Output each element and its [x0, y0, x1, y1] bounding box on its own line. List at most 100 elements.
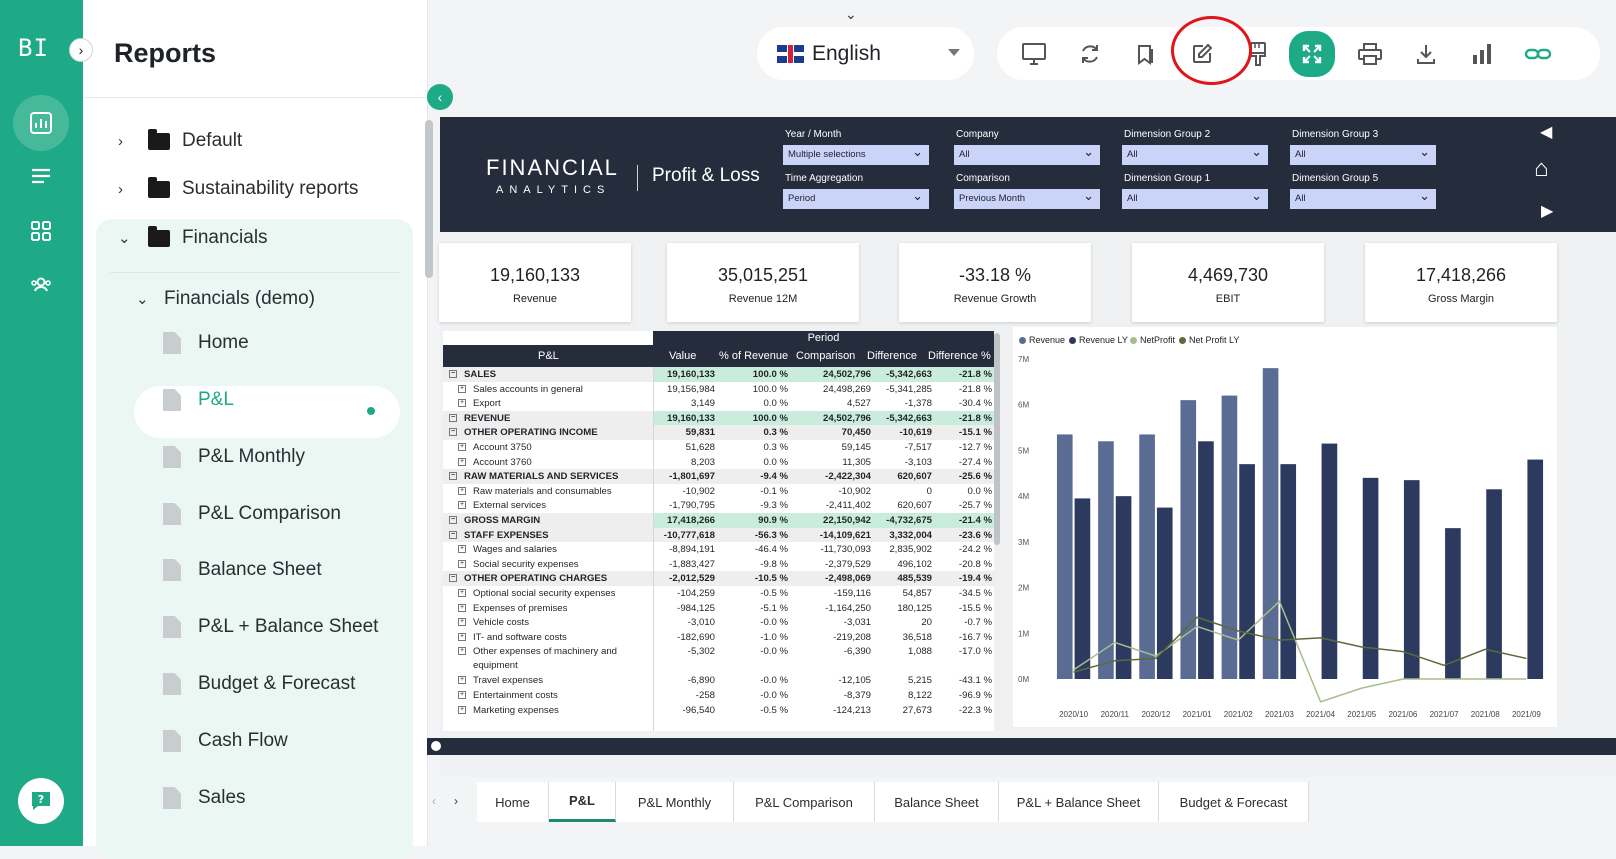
table-row[interactable]: − OTHER OPERATING CHARGES -2,012,529 -10.5 … [443, 571, 994, 586]
sidebar-page-pl-monthly[interactable]: P&L Monthly [163, 446, 305, 468]
column-header[interactable]: Difference % [928, 350, 991, 362]
expand-icon[interactable]: + [458, 632, 466, 641]
table-row[interactable]: − STAFF EXPENSES -10,777,618 -56.3 % -14,109… [443, 527, 994, 543]
sidebar-page-budget[interactable]: Budget & Forecast [163, 673, 355, 695]
caret-right-icon[interactable]: ▶ [1541, 201, 1553, 221]
column-header[interactable]: % of Revenue [719, 350, 788, 362]
list-nav-icon[interactable] [13, 149, 69, 205]
tab-home[interactable]: Home [477, 782, 549, 822]
table-row[interactable]: − SALES 19,160,133 100.0 % 24,502,796 -5,342,… [443, 367, 994, 382]
apps-grid-nav-icon[interactable] [13, 203, 69, 259]
chevron-down-icon[interactable]: ⌄ [845, 6, 857, 23]
sidebar-page-pl[interactable]: P&L [163, 389, 234, 411]
table-row[interactable]: + Account 3760 8,203 0.0 % 11,305 -3,103 -27.4… [443, 455, 994, 470]
expand-icon[interactable]: + [458, 589, 466, 597]
sidebar-page-cash-flow[interactable]: Cash Flow [163, 730, 288, 752]
expand-icon[interactable]: + [458, 559, 466, 568]
expand-rail-button[interactable]: › [69, 38, 93, 62]
folder-financials[interactable]: ⌄ Financials [118, 225, 268, 249]
filter-time-aggregation[interactable]: Period [783, 188, 929, 209]
table-row[interactable]: + Raw materials and consumables -10,902 -0.… [443, 484, 994, 499]
sidebar-page-home[interactable]: Home [163, 332, 249, 354]
caret-left-icon[interactable]: ◀ [1540, 122, 1552, 142]
table-row[interactable]: − OTHER OPERATING INCOME 59,831 0.3 % 70,450… [443, 425, 994, 440]
tab-pl-comparison[interactable]: P&L Comparison [734, 782, 875, 822]
tab-balance-sheet[interactable]: Balance Sheet [875, 782, 999, 822]
column-header[interactable]: Difference [867, 350, 917, 362]
folder-sustainability[interactable]: › Sustainability reports [118, 176, 358, 200]
tab-budget-forecast[interactable]: Budget & Forecast [1159, 782, 1309, 822]
table-row[interactable]: + Wages and salaries -8,894,191 -46.4 % -11,… [443, 542, 994, 557]
sidebar-page-pl-comparison[interactable]: P&L Comparison [163, 503, 341, 525]
expand-icon[interactable]: + [458, 399, 466, 408]
users-nav-icon[interactable] [13, 257, 69, 313]
table-row[interactable]: + Travel expenses -6,890 -0.0 % -12,105 5,215… [443, 673, 994, 688]
filter-dimension-group-1[interactable]: All [1122, 188, 1268, 209]
filter-dimension-group-3[interactable]: All [1290, 144, 1436, 165]
sidebar-page-pl-balance[interactable]: P&L + Balance Sheet [163, 616, 378, 638]
table-row[interactable]: + Other expenses of machinery and equipmen… [443, 644, 994, 673]
filter-dimension-group-5[interactable]: All [1290, 188, 1436, 209]
fullscreen-icon[interactable] [1289, 31, 1335, 77]
filter-dimension-group-2[interactable]: All [1122, 144, 1268, 165]
table-scrollbar[interactable] [994, 331, 1000, 731]
language-select[interactable]: English [757, 27, 974, 80]
filter-company[interactable]: All [954, 144, 1100, 165]
expand-icon[interactable]: + [458, 618, 466, 627]
collapse-icon[interactable]: − [449, 530, 457, 539]
table-row[interactable]: − GROSS MARGIN 17,418,266 90.9 % 22,150,942 -… [443, 513, 994, 528]
home-icon[interactable]: ⌂ [1534, 155, 1549, 183]
table-row[interactable]: − REVENUE 19,160,133 100.0 % 24,502,796 -5,34… [443, 410, 994, 426]
filter-year-month[interactable]: Multiple selections [783, 144, 929, 165]
table-row[interactable]: + Entertainment costs -258 -0.0 % -8,379 8,12… [443, 688, 994, 703]
collapse-icon[interactable]: − [449, 428, 457, 437]
collapse-icon[interactable]: − [449, 413, 457, 422]
filter-comparison[interactable]: Previous Month [954, 188, 1100, 209]
tab-pl-monthly[interactable]: P&L Monthly [616, 782, 734, 822]
expand-icon[interactable]: + [458, 486, 466, 495]
expand-icon[interactable]: + [458, 501, 466, 510]
refresh-icon[interactable] [1071, 35, 1109, 73]
folder-default[interactable]: › Default [118, 128, 242, 152]
download-icon[interactable] [1407, 35, 1445, 73]
column-header[interactable]: Value [669, 350, 696, 362]
table-row[interactable]: + Vehicle costs -3,010 -0.0 % -3,031 20 -0.7 % [443, 615, 994, 630]
column-header[interactable]: P&L [538, 350, 559, 362]
expand-icon[interactable]: + [458, 384, 466, 393]
monitor-icon[interactable] [1015, 35, 1053, 73]
tab-scroll-left-icon[interactable]: ‹ [432, 794, 436, 808]
table-row[interactable]: − RAW MATERIALS AND SERVICES -1,801,697 -9.… [443, 469, 994, 484]
sidebar-page-sales[interactable]: Sales [163, 787, 246, 809]
expand-icon[interactable]: + [458, 603, 466, 612]
expand-icon[interactable]: + [458, 691, 466, 699]
table-row[interactable]: + Expenses of premises -984,125 -5.1 % -1,16… [443, 601, 994, 616]
table-row[interactable]: + External services -1,790,795 -9.3 % -2,411… [443, 498, 994, 513]
expand-icon[interactable]: + [458, 457, 466, 466]
reports-nav-icon[interactable] [13, 95, 69, 151]
help-button[interactable]: ? [18, 778, 64, 824]
table-row[interactable]: + Export 3,149 0.0 % 4,527 -1,378 -30.4 % [443, 396, 994, 411]
table-row[interactable]: + Marketing expenses -96,540 -0.5 % -124,213… [443, 703, 994, 718]
subfolder-financials-demo[interactable]: ⌄ Financials (demo) [136, 288, 315, 310]
tab-pl[interactable]: P&L [549, 782, 616, 822]
table-row[interactable]: + Sales accounts in general 19,156,984 100.… [443, 382, 994, 397]
sidebar-scrollbar[interactable] [425, 120, 433, 278]
expand-icon[interactable]: + [458, 545, 466, 554]
bookmark-icon[interactable] [1127, 35, 1165, 73]
tab-pl-balance-sheet[interactable]: P&L + Balance Sheet [999, 782, 1159, 822]
scroll-thumb[interactable] [994, 333, 1000, 545]
print-icon[interactable] [1351, 35, 1389, 73]
link-icon[interactable] [1519, 35, 1557, 73]
collapse-icon[interactable]: − [449, 472, 457, 481]
collapse-icon[interactable]: − [449, 370, 457, 378]
collapse-icon[interactable]: − [449, 574, 457, 583]
column-header[interactable]: Comparison [796, 350, 855, 362]
expand-icon[interactable]: + [458, 647, 466, 656]
chart-bars-icon[interactable] [1463, 35, 1501, 73]
sidebar-page-balance-sheet[interactable]: Balance Sheet [163, 559, 322, 581]
tab-scroll-right-icon[interactable]: › [454, 794, 458, 808]
expand-icon[interactable]: + [458, 443, 466, 451]
table-row[interactable]: + Optional social security expenses -104,2… [443, 586, 994, 601]
table-row[interactable]: + Social security expenses -1,883,427 -9.8 … [443, 557, 994, 572]
collapse-sidebar-button[interactable]: ‹ [427, 84, 453, 110]
